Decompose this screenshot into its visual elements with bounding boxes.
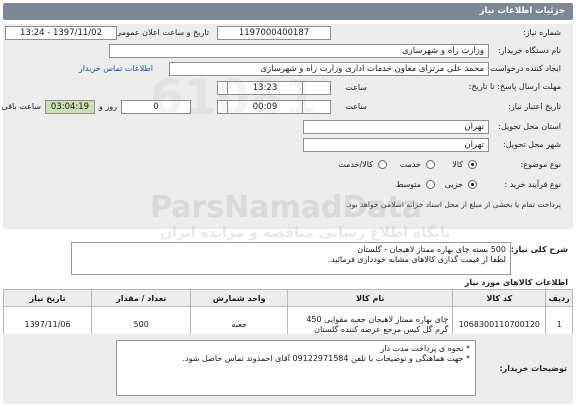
purchase-radio-medium[interactable] (426, 180, 435, 189)
col-unit: واحد شمارش (190, 289, 289, 307)
purchase-note: پرداخت تمام یا بخشی از مبلغ از محل اسناد… (345, 200, 561, 209)
category-label: نوع موضوع: (520, 160, 562, 169)
remaining-time-field: 03:04:19 (45, 100, 95, 114)
validity-time-label: ساعت (345, 102, 367, 111)
buyer-notes-label: توضیحات خریدار: (499, 364, 567, 373)
buyer-notes-section: توضیحات خریدار: * نحوه ی پرداخت مدت دار … (3, 334, 573, 404)
purchase-type-label: نوع فرآیند خرید : (504, 180, 561, 189)
col-row: ردیف (545, 289, 573, 307)
purchase-radio-minor[interactable] (468, 180, 477, 189)
general-description-box: 500 بسته چای بهاره ممتاز لاهیجان - گلستا… (71, 242, 511, 275)
category-radio-both[interactable] (378, 160, 387, 169)
validity-time-field: 00:09 (227, 100, 303, 114)
need-number-field: 1197000400187 (217, 26, 331, 40)
category-option-goods: کالا (452, 160, 463, 169)
page-header: جزئیات اطلاعات نیاز (3, 3, 573, 20)
category-option-both: کالا/خدمت (338, 160, 373, 169)
delivery-city-label: شهر محل تحویل: (503, 140, 561, 149)
buyer-contact-link[interactable]: اطلاعات تماس خریدار (79, 64, 153, 73)
purchase-option-minor: جزیی (444, 180, 463, 189)
category-radio-goods[interactable] (468, 160, 477, 169)
validity-label: تاریخ اعتبار نیاز: (508, 102, 561, 111)
remaining-label: ساعت باقی مانده (0, 102, 41, 111)
buyer-notes-box: * نحوه ی پرداخت مدت دار * جهت هماهنگی و … (116, 340, 476, 396)
general-description-line2: لطفا از قیمت گذاری کالاهای مشابه خودداری… (328, 255, 506, 264)
buyer-org-field: وزارت راه و شهرسازی (109, 44, 489, 58)
general-description-line1: 500 بسته چای بهاره ممتاز لاهیجان - گلستا… (357, 245, 506, 254)
announce-field: 1397/11/02 - 13:24 (5, 26, 117, 40)
general-description-section: شرح کلی نیاز: 500 بسته چای بهاره ممتاز ل… (3, 242, 573, 277)
remaining-days-field: 0 (121, 100, 191, 114)
reply-deadline-label: مهلت ارسال پاسخ: تا تاریخ: (468, 82, 561, 91)
creator-field: محمد علی مرتزای معاون خدمات اداری وزارت … (169, 62, 489, 76)
creator-label: ایجاد کننده درخواست: (487, 64, 561, 73)
days-label: روز و (99, 102, 117, 111)
reply-time-label: ساعت (345, 83, 367, 92)
need-number-label: شماره نیاز: (523, 28, 561, 37)
announce-label: تاریخ و ساعت اعلان عمومی: (112, 28, 209, 37)
buyer-notes-line2: * جهت هماهنگی و توضیحات با تلفن 09122971… (182, 354, 470, 363)
category-radio-service[interactable] (426, 160, 435, 169)
delivery-province-label: استان محل تحویل: (498, 122, 561, 131)
buyer-org-label: نام دستگاه خریدار: (498, 46, 561, 55)
buyer-notes-line1: * نحوه ی پرداخت مدت دار (380, 344, 470, 353)
col-date: تاریخ نیاز (2, 289, 93, 307)
general-description-label: شرح کلی نیاز: (510, 245, 568, 254)
items-section-title: اطلاعات کالاهای مورد نیاز (464, 278, 568, 287)
delivery-province-field: تهران (303, 120, 489, 134)
col-quantity: تعداد / مقدار (91, 289, 192, 307)
col-code: کد کالا (452, 289, 547, 307)
purchase-option-medium: متوسط (395, 180, 421, 189)
reply-time-field: 13:23 (227, 81, 303, 95)
col-name: نام کالا (287, 289, 454, 307)
category-option-service: خدمت (399, 160, 421, 169)
items-table-header: ردیف کد کالا نام کالا واحد شمارش تعداد /… (2, 289, 573, 307)
details-panel: شماره نیاز: 1197000400187 تاریخ و ساعت ا… (0, 24, 573, 229)
delivery-city-field: تهران (303, 138, 489, 152)
page-title: جزئیات اطلاعات نیاز (479, 6, 565, 16)
